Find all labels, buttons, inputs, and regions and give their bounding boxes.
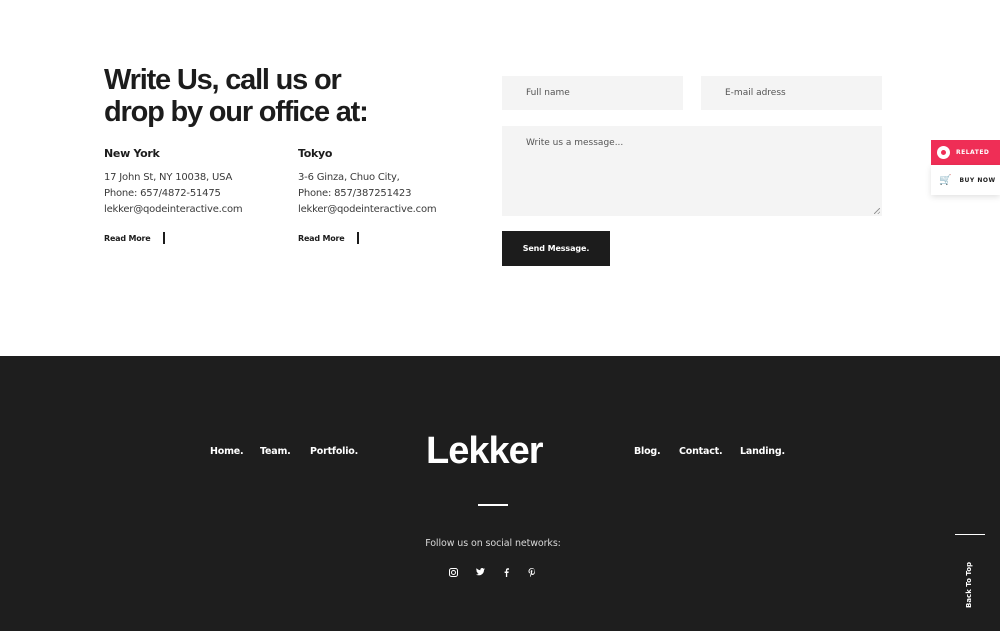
email-input[interactable]: E-mail adress [701, 76, 882, 110]
buy-now-label: BUY NOW [959, 176, 996, 184]
office-email[interactable]: lekker@qodeinteractive.com [104, 202, 294, 218]
office-new-york: New York 17 John St, NY 10038, USA Phone… [104, 147, 294, 244]
follow-text: Follow us on social networks: [425, 538, 561, 549]
footer-logo[interactable]: Lekker [426, 430, 544, 473]
heading-line-2: drop by our office at: [104, 96, 369, 128]
related-button[interactable]: RELATED [931, 140, 1000, 165]
message-placeholder: Write us a message... [526, 138, 624, 148]
contact-heading: Write Us, call us or drop by our office … [104, 64, 424, 128]
back-to-top-button[interactable]: Back To Top [955, 534, 985, 608]
read-more-link[interactable]: Read More [104, 232, 294, 244]
read-more-link[interactable]: Read More [298, 232, 488, 244]
read-more-label[interactable]: Read More [104, 234, 151, 243]
office-email[interactable]: lekker@qodeinteractive.com [298, 202, 488, 218]
footer-nav-portfolio[interactable]: Portfolio. [310, 446, 358, 457]
office-phone: Phone: 857/387251423 [298, 188, 412, 199]
footer-nav-home[interactable]: Home. [210, 446, 244, 457]
office-tokyo: Tokyo 3-6 Ginza, Chuo City, Phone: 857/3… [298, 147, 488, 244]
logo-divider [478, 504, 508, 506]
contact-section: Write Us, call us or drop by our office … [0, 0, 1000, 356]
office-city: New York [104, 147, 160, 160]
footer-nav-contact[interactable]: Contact. [679, 446, 723, 457]
related-icon [937, 146, 950, 159]
instagram-icon[interactable] [447, 568, 459, 580]
resize-handle-icon[interactable] [874, 208, 880, 214]
footer-nav-landing[interactable]: Landing. [740, 446, 785, 457]
full-name-placeholder: Full name [526, 88, 570, 98]
back-to-top-label[interactable]: Back To Top [965, 562, 973, 608]
office-phone: Phone: 657/4872-51475 [104, 188, 221, 199]
full-name-input[interactable]: Full name [502, 76, 683, 110]
message-textarea[interactable]: Write us a message... [502, 126, 882, 216]
read-more-bar [356, 232, 359, 244]
footer-nav-blog[interactable]: Blog. [634, 446, 661, 457]
back-to-top-line [955, 534, 985, 535]
footer: Home. Team. Portfolio. Lekker Blog. Cont… [0, 356, 1000, 631]
read-more-bar [162, 232, 165, 244]
related-label: RELATED [956, 149, 990, 156]
side-widget: RELATED 🛒 BUY NOW [931, 140, 1000, 195]
footer-nav-team[interactable]: Team. [260, 446, 291, 457]
office-city: Tokyo [298, 147, 333, 160]
office-address: 17 John St, NY 10038, USA [104, 172, 233, 183]
send-message-button[interactable]: Send Message. [502, 231, 610, 266]
office-address: 3-6 Ginza, Chuo City, [298, 172, 400, 183]
buy-now-button[interactable]: 🛒 BUY NOW [931, 165, 1000, 195]
twitter-icon[interactable] [474, 568, 486, 579]
heading-line-1: Write Us, call us or [104, 64, 342, 96]
email-placeholder: E-mail adress [725, 88, 786, 98]
cart-icon: 🛒 [939, 174, 952, 186]
pinterest-icon[interactable] [526, 568, 538, 580]
read-more-label[interactable]: Read More [298, 234, 345, 243]
facebook-icon[interactable] [500, 568, 512, 580]
